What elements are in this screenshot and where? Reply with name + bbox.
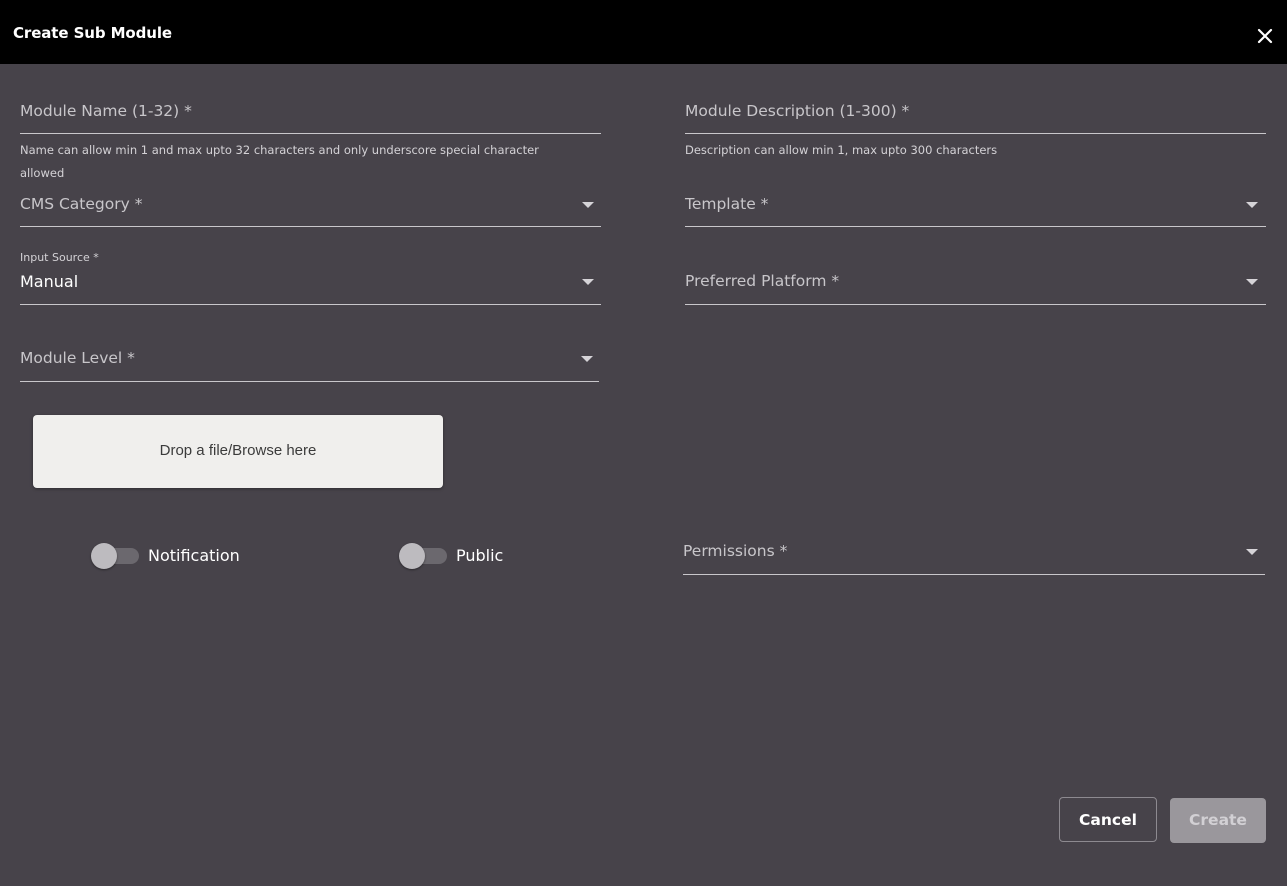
module-description-label: Module Description (1-300) * bbox=[685, 102, 910, 120]
chevron-down-icon bbox=[1246, 279, 1258, 285]
cms-category-select[interactable]: CMS Category * bbox=[20, 188, 601, 227]
module-name-field[interactable]: Module Name (1-32) * bbox=[20, 95, 601, 134]
notification-toggle[interactable] bbox=[91, 543, 139, 569]
cancel-button[interactable]: Cancel bbox=[1059, 797, 1157, 842]
toggle-thumb bbox=[399, 543, 425, 569]
chevron-down-icon bbox=[1246, 549, 1258, 555]
chevron-down-icon bbox=[582, 202, 594, 208]
toggle-thumb bbox=[91, 543, 117, 569]
input-source-label: Input Source * bbox=[20, 251, 99, 264]
template-label: Template * bbox=[685, 195, 769, 213]
chevron-down-icon bbox=[582, 279, 594, 285]
input-source-value: Manual bbox=[20, 272, 79, 291]
chevron-down-icon bbox=[581, 356, 593, 362]
module-name-label: Module Name (1-32) * bbox=[20, 102, 192, 120]
preferred-platform-label: Preferred Platform * bbox=[685, 272, 840, 290]
cms-category-label: CMS Category * bbox=[20, 195, 143, 213]
permissions-select[interactable]: Permissions * bbox=[683, 535, 1265, 575]
module-level-label: Module Level * bbox=[20, 349, 135, 367]
module-description-hint: Description can allow min 1, max upto 30… bbox=[685, 143, 998, 157]
dropzone-label: Drop a file/Browse here bbox=[159, 442, 317, 459]
public-toggle[interactable] bbox=[399, 543, 447, 569]
module-name-hint: Name can allow min 1 and max upto 32 cha… bbox=[20, 143, 539, 180]
input-source-select[interactable]: Input Source * Manual bbox=[20, 250, 601, 305]
module-level-select[interactable]: Module Level * bbox=[20, 342, 599, 382]
create-button[interactable]: Create bbox=[1170, 798, 1266, 843]
module-description-field[interactable]: Module Description (1-300) * bbox=[685, 95, 1266, 134]
template-select[interactable]: Template * bbox=[685, 188, 1266, 227]
permissions-label: Permissions * bbox=[683, 542, 788, 560]
public-label: Public bbox=[456, 546, 504, 565]
chevron-down-icon bbox=[1246, 202, 1258, 208]
close-icon[interactable] bbox=[1255, 26, 1275, 46]
dialog-header: Create Sub Module bbox=[0, 0, 1287, 64]
notification-label: Notification bbox=[148, 546, 240, 565]
dialog-title: Create Sub Module bbox=[13, 24, 172, 42]
file-dropzone[interactable]: Drop a file/Browse here bbox=[33, 415, 443, 488]
preferred-platform-select[interactable]: Preferred Platform * bbox=[685, 265, 1266, 305]
